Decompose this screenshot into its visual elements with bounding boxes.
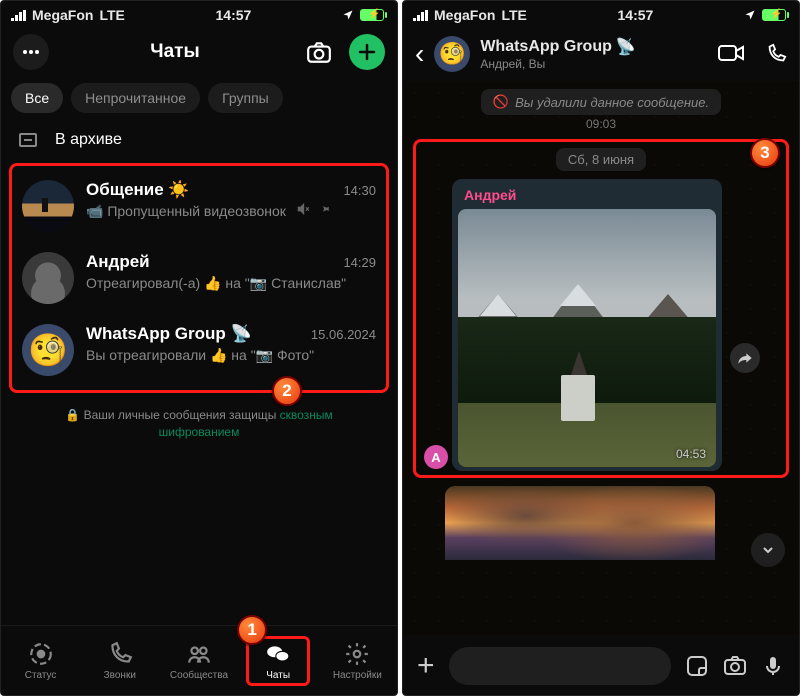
battery-icon: ⚡ (762, 9, 789, 21)
video-call-button[interactable] (717, 43, 745, 63)
scroll-to-bottom-button[interactable] (751, 533, 785, 567)
annotation-badge-3: 3 (750, 138, 780, 168)
chat-row[interactable]: Андрей 14:29 Отреагировал(-а) 👍 на "📷 Ст… (14, 242, 384, 314)
signal-icon (11, 10, 26, 21)
chat-preview: Отреагировал(-а) 👍 на "📷 Станислав" (86, 274, 376, 293)
deleted-message: 🚫Вы удалили данное сообщение. 09:03 (403, 89, 799, 131)
plus-icon (358, 43, 376, 61)
avatar: 🧐 (22, 324, 74, 376)
tab-status[interactable]: Статус (9, 641, 73, 681)
filter-groups[interactable]: Группы (208, 83, 283, 113)
archive-icon (19, 133, 37, 147)
deleted-time: 09:03 (586, 117, 616, 131)
satellite-icon: 📡 (616, 37, 636, 57)
next-message-photo[interactable] (445, 486, 715, 560)
missed-video-icon: 📹 (86, 203, 103, 219)
ellipsis-icon (22, 49, 40, 55)
chat-name: WhatsApp Group 📡 (86, 324, 252, 344)
date-separator: Сб, 8 июня (556, 148, 646, 171)
carrier: MegaFon (32, 7, 93, 23)
chat-time: 14:29 (343, 255, 376, 270)
location-icon (342, 9, 354, 21)
chat-header: ‹ 🧐 WhatsApp Group📡 Андрей, Вы (403, 27, 799, 81)
network: LTE (501, 7, 526, 23)
voice-call-button[interactable] (765, 43, 787, 65)
battery-icon: ⚡ (360, 9, 387, 21)
chat-preview: 📹 Пропущенный видеозвонок (86, 202, 376, 221)
camera-button[interactable] (723, 654, 747, 678)
filter-all[interactable]: Все (11, 83, 63, 113)
mic-button[interactable] (761, 654, 785, 678)
tab-communities[interactable]: Сообщества (167, 641, 231, 681)
forward-icon (737, 350, 753, 366)
page-title: Чаты (150, 41, 199, 63)
status-icon (28, 641, 54, 667)
signal-icon (413, 10, 428, 21)
group-name: WhatsApp Group (480, 38, 612, 56)
chats-header: Чаты (1, 27, 397, 77)
chat-row[interactable]: 🧐 WhatsApp Group 📡 15.06.2024 Вы отреаги… (14, 314, 384, 386)
chat-time: 15.06.2024 (311, 327, 376, 342)
group-chat-screen: MegaFon LTE 14:57 ⚡ ‹ 🧐 WhatsApp Group📡 … (402, 0, 800, 696)
tab-bar: Статус Звонки Сообщества Чаты 1 Настройк… (1, 625, 397, 695)
message-highlight: Сб, 8 июня 3 Андрей 04:53 A (413, 139, 789, 478)
sender-name: Андрей (458, 185, 716, 209)
forward-button[interactable] (730, 343, 760, 373)
sticker-button[interactable] (685, 654, 709, 678)
group-avatar[interactable]: 🧐 (434, 36, 470, 72)
status-bar: MegaFon LTE 14:57 ⚡ (403, 1, 799, 27)
new-chat-button[interactable] (349, 34, 385, 70)
sender-avatar: A (424, 445, 448, 469)
chevron-down-icon (760, 542, 776, 558)
compose-bar: + (403, 637, 799, 695)
chat-title-area[interactable]: WhatsApp Group📡 Андрей, Вы (480, 37, 707, 71)
annotation-badge-1: 1 (237, 615, 267, 645)
message-photo[interactable]: 04:53 (458, 209, 716, 467)
clock: 14:57 (618, 7, 654, 23)
status-bar: MegaFon LTE 14:57 ⚡ (1, 1, 397, 27)
phone-icon (107, 641, 133, 667)
chat-preview: Вы отреагировали 👍 на "📷 Фото" (86, 346, 376, 365)
attach-button[interactable]: + (417, 649, 435, 683)
archived-row[interactable]: В архиве (1, 123, 397, 157)
gear-icon (344, 641, 370, 667)
filter-bar: Все Непрочитанное Группы (1, 83, 397, 113)
filter-unread[interactable]: Непрочитанное (71, 83, 200, 113)
chat-name: Общение ☀️ (86, 180, 190, 200)
camera-icon (306, 41, 332, 63)
group-members: Андрей, Вы (480, 57, 707, 71)
messages-area[interactable]: 🚫Вы удалили данное сообщение. 09:03 Сб, … (403, 81, 799, 635)
archived-label: В архиве (55, 131, 122, 149)
tab-settings[interactable]: Настройки (325, 641, 389, 681)
encryption-notice: 🔒 Ваши личные сообщения защищы сквозным … (1, 393, 397, 455)
tab-calls[interactable]: Звонки (88, 641, 152, 681)
chat-name: Андрей (86, 252, 150, 272)
chats-screen: MegaFon LTE 14:57 ⚡ Чаты Все Непрочитанн… (0, 0, 398, 696)
network: LTE (99, 7, 124, 23)
chat-list-highlight: Общение ☀️ 14:30 📹 Пропущенный видеозвон… (9, 163, 389, 393)
more-button[interactable] (13, 34, 49, 70)
incoming-message[interactable]: Андрей 04:53 A (452, 179, 722, 471)
communities-icon (186, 641, 212, 667)
annotation-badge-2: 2 (272, 376, 302, 406)
tab-chats[interactable]: Чаты 1 (246, 636, 310, 686)
avatar (22, 252, 74, 304)
pin-icon (318, 202, 331, 215)
message-input[interactable] (449, 647, 671, 685)
avatar (22, 180, 74, 232)
camera-button[interactable] (301, 34, 337, 70)
block-icon: 🚫 (493, 94, 509, 110)
carrier: MegaFon (434, 7, 495, 23)
chats-icon (265, 641, 291, 667)
chat-row[interactable]: Общение ☀️ 14:30 📹 Пропущенный видеозвон… (14, 170, 384, 242)
clock: 14:57 (216, 7, 252, 23)
mute-icon (296, 202, 310, 216)
chat-time: 14:30 (343, 183, 376, 198)
message-time: 04:53 (676, 447, 706, 461)
location-icon (744, 9, 756, 21)
back-button[interactable]: ‹ (415, 38, 424, 70)
